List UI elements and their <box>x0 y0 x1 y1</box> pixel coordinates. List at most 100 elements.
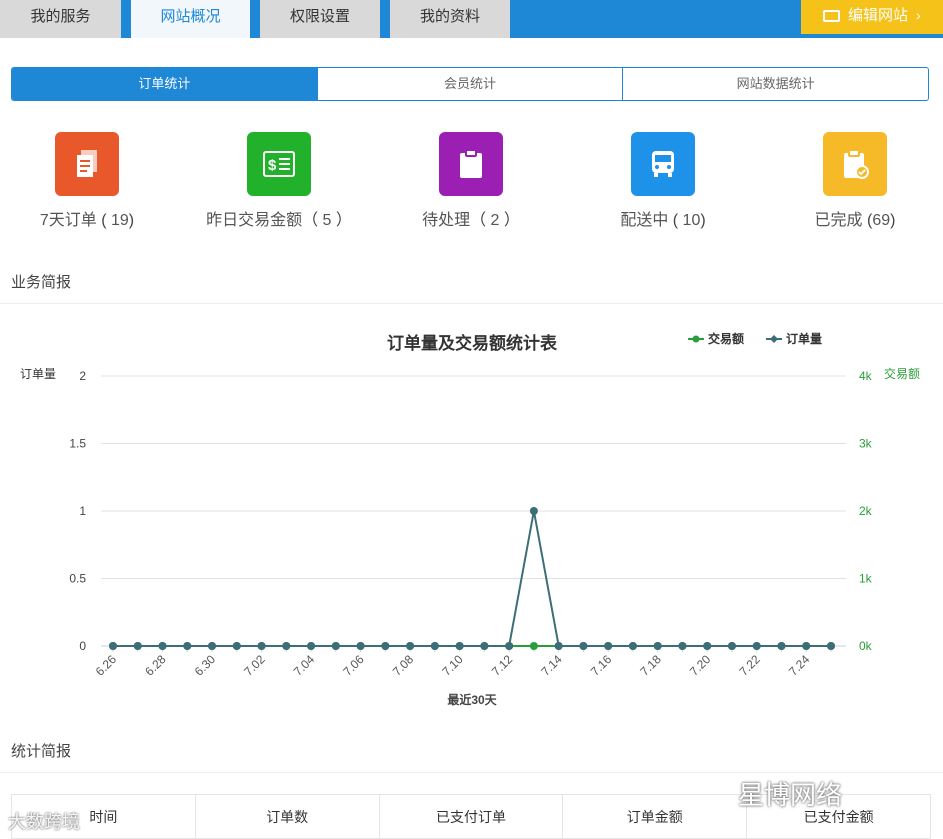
data-point[interactable] <box>133 642 142 650</box>
data-point[interactable] <box>480 642 489 650</box>
data-point[interactable] <box>356 642 365 650</box>
code-window-icon <box>823 10 840 22</box>
y-axis-right-label: 交易额 <box>884 366 920 381</box>
tab-permission-settings[interactable]: 权限设置 <box>260 0 380 38</box>
data-point[interactable] <box>381 642 390 650</box>
data-point[interactable] <box>307 642 316 650</box>
data-point[interactable] <box>455 642 464 650</box>
data-point[interactable] <box>183 642 192 650</box>
tab-site-overview[interactable]: 网站概况 <box>131 0 250 38</box>
tab-my-services[interactable]: 我的服务 <box>0 0 121 38</box>
y-tick-right: 3k <box>859 437 873 451</box>
col-order-amount[interactable]: 订单金额 <box>562 795 746 838</box>
x-tick-label: 7.02 <box>241 652 268 679</box>
clipboard-check-icon <box>823 132 887 196</box>
y-tick-right: 2k <box>859 504 873 518</box>
legend-transaction[interactable]: 交易额 <box>708 331 744 346</box>
y-tick-left: 1 <box>79 504 86 518</box>
chevron-right-icon: › <box>916 7 921 23</box>
divider <box>0 303 943 304</box>
stat-yesterday-amount[interactable]: $ 昨日交易金额（ 5 ） <box>194 132 364 230</box>
stat-count: 69 <box>872 212 891 229</box>
tab-my-profile[interactable]: 我的资料 <box>390 0 510 38</box>
stat-delivering[interactable]: 配送中 ( 10) <box>578 132 748 230</box>
x-axis-label: 最近30天 <box>447 692 497 707</box>
data-point[interactable] <box>257 642 266 650</box>
edit-site-button[interactable]: 编辑网站 › <box>801 0 943 34</box>
segment-site-data-stats[interactable]: 网站数据统计 <box>622 68 928 100</box>
data-point[interactable] <box>331 642 340 650</box>
watermark-right: 星博网络 <box>738 780 843 810</box>
x-tick-label: 7.10 <box>439 652 466 679</box>
y-tick-left: 2 <box>79 369 86 383</box>
edit-site-label: 编辑网站 <box>848 7 909 24</box>
x-tick-label: 6.26 <box>93 652 120 679</box>
stat-label: 已完成 <box>814 212 863 229</box>
section-stats-title: 统计简报 <box>11 743 72 760</box>
legend-marker-orders <box>770 335 778 343</box>
data-point[interactable] <box>529 642 538 650</box>
data-point[interactable] <box>604 642 613 650</box>
orders-transactions-chart: 订单量及交易额统计表 交易额 订单量 订单量 交易额 最近30天 0 0.5 1 1.… <box>20 331 920 707</box>
col-paid-orders[interactable]: 已支付订单 <box>378 795 563 838</box>
y-tick-left: 1.5 <box>69 437 86 451</box>
y-tick-left: 0.5 <box>69 572 86 586</box>
data-point[interactable] <box>678 642 687 650</box>
data-point[interactable] <box>158 642 167 650</box>
data-point[interactable] <box>232 642 241 650</box>
x-tick-label: 7.12 <box>489 652 516 679</box>
data-point[interactable] <box>505 642 514 650</box>
data-point[interactable] <box>703 642 712 650</box>
data-point[interactable] <box>628 642 637 650</box>
bus-icon <box>631 132 695 196</box>
data-point[interactable] <box>579 642 588 650</box>
x-tick-label: 7.20 <box>687 652 714 679</box>
data-point[interactable] <box>653 642 662 650</box>
legend-marker-transaction <box>692 335 700 343</box>
x-tick-label: 7.24 <box>786 652 813 679</box>
col-order-count[interactable]: 订单数 <box>194 795 379 838</box>
stat-label: 7天订单 <box>39 212 97 229</box>
segment-member-stats[interactable]: 会员统计 <box>316 68 623 100</box>
svg-text:$: $ <box>268 157 277 174</box>
y-tick-right: 4k <box>859 369 873 383</box>
y-tick-right: 0k <box>859 639 873 653</box>
stat-count: 19 <box>111 212 129 229</box>
data-point[interactable] <box>406 642 415 650</box>
data-point[interactable] <box>109 642 117 650</box>
segment-order-stats[interactable]: 订单统计 <box>12 68 317 100</box>
data-point[interactable] <box>752 642 761 650</box>
data-point[interactable] <box>430 642 439 650</box>
x-tick-label: 6.30 <box>192 652 219 679</box>
stat-count: 10 <box>682 212 701 229</box>
section-business-title: 业务简报 <box>11 274 72 291</box>
stats-segmented-control: 订单统计 会员统计 网站数据统计 <box>11 67 929 101</box>
clipboard-icon <box>439 132 503 196</box>
stat-completed[interactable]: 已完成 (69) <box>770 132 940 230</box>
stat-count: 2 <box>490 212 500 229</box>
data-point[interactable] <box>827 642 835 650</box>
x-tick-label: 7.08 <box>390 652 417 679</box>
x-tick-label: 7.06 <box>340 652 367 679</box>
stat-7day-orders[interactable]: 7天订单 ( 19) <box>2 132 172 230</box>
x-tick-label: 7.22 <box>736 652 763 679</box>
stat-label: 昨日交易金额 <box>206 212 303 229</box>
watermark-left: 大数跨境 <box>8 812 80 832</box>
data-point[interactable] <box>529 507 538 515</box>
data-point[interactable] <box>208 642 217 650</box>
data-point[interactable] <box>802 642 811 650</box>
data-point[interactable] <box>282 642 291 650</box>
data-point[interactable] <box>554 642 563 650</box>
data-point[interactable] <box>727 642 736 650</box>
data-point[interactable] <box>777 642 786 650</box>
y-tick-right: 1k <box>859 572 873 586</box>
legend-orders[interactable]: 订单量 <box>786 331 822 346</box>
stat-pending[interactable]: 待处理（ 2 ） <box>386 132 556 230</box>
x-tick-label: 7.04 <box>291 652 318 679</box>
top-nav-bar: 我的服务 网站概况 权限设置 我的资料 编辑网站 › <box>0 0 943 38</box>
divider <box>0 772 943 773</box>
stat-label: 配送中 <box>620 212 669 229</box>
stat-label: 待处理 <box>422 212 471 229</box>
stat-count: 5 <box>322 212 332 229</box>
document-icon <box>55 132 119 196</box>
